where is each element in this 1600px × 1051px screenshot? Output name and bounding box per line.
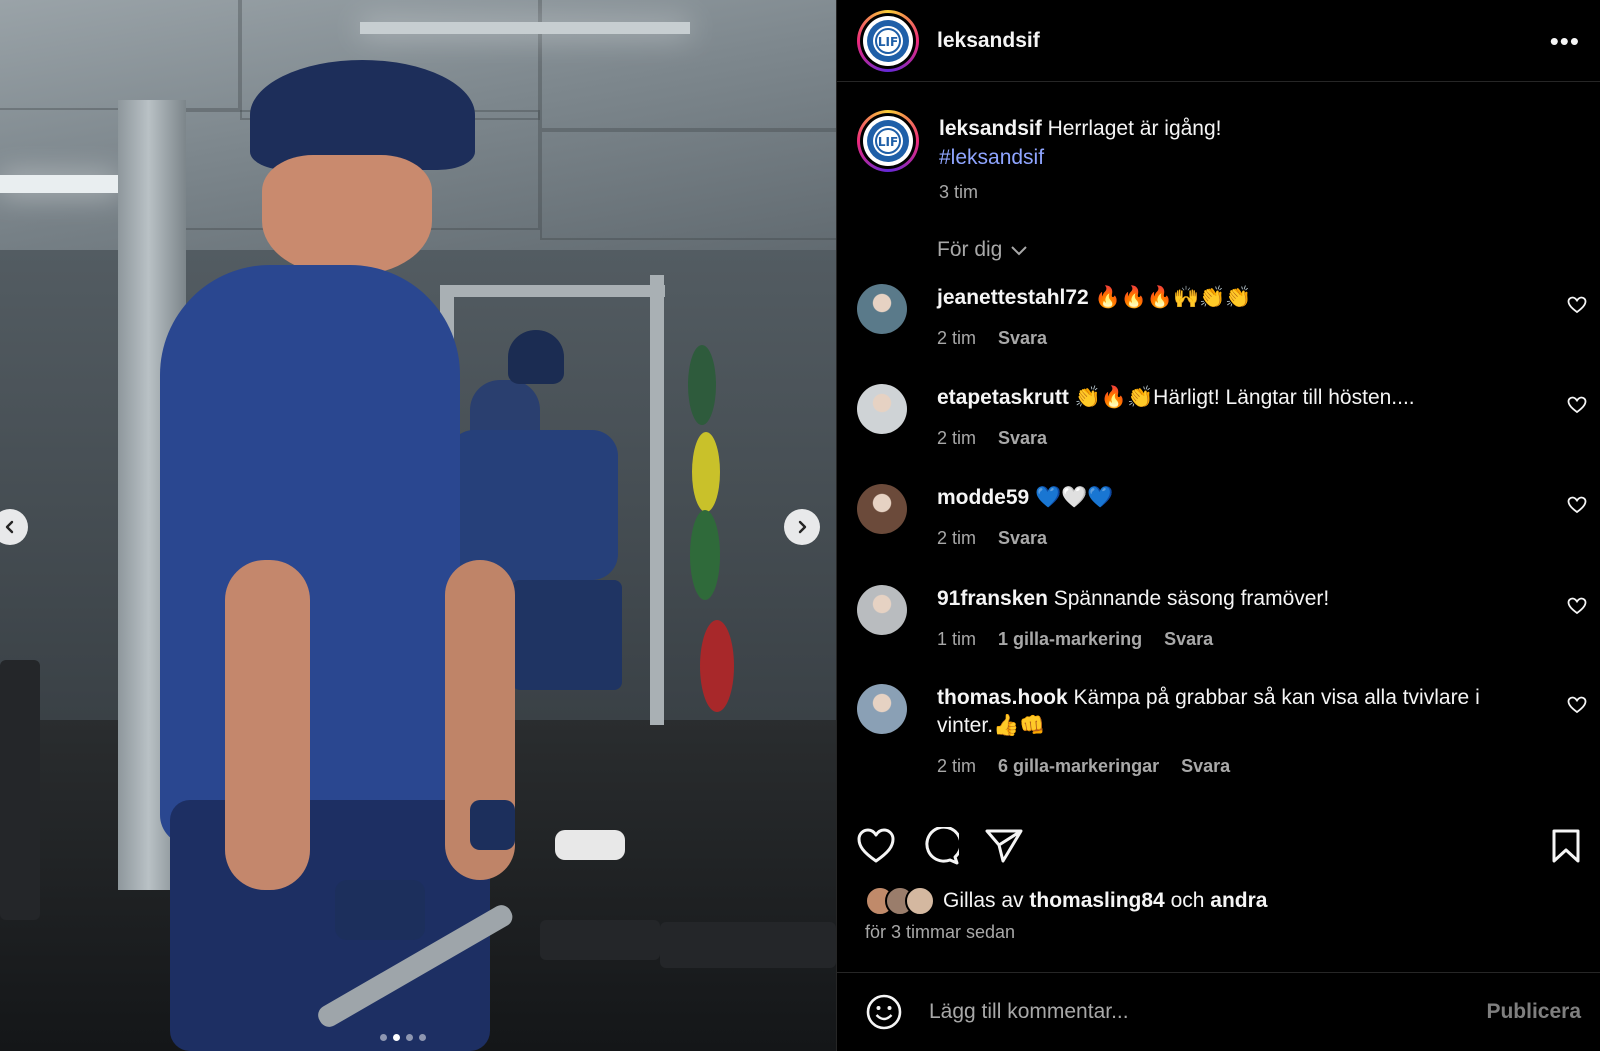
commenter-username[interactable]: 91fransken <box>937 587 1048 610</box>
club-logo-text: LIF <box>878 135 898 149</box>
likes-prefix: Gillas av <box>943 889 1024 912</box>
comment-item: thomas.hook Kämpa på grabbar så kan visa… <box>857 684 1587 780</box>
author-username[interactable]: leksandsif <box>937 29 1040 53</box>
commenter-avatar[interactable] <box>857 684 907 734</box>
likes-summary[interactable]: Gillas av thomasling84 och andra <box>865 886 1267 916</box>
reply-button[interactable]: Svara <box>1181 752 1230 780</box>
bookmark-icon[interactable] <box>1551 828 1581 864</box>
comment-like-heart-icon[interactable] <box>1567 496 1587 514</box>
comment-time: 1 tim <box>937 629 977 649</box>
comment-input[interactable]: Lägg till kommentar... <box>929 1000 1129 1024</box>
reply-button[interactable]: Svara <box>1164 625 1213 653</box>
author-avatar[interactable]: LIF <box>857 9 919 72</box>
emoji-icon[interactable] <box>865 993 903 1031</box>
caption-hashtag[interactable]: #leksandsif <box>939 146 1044 169</box>
comment-likes-count[interactable]: 6 gilla-markeringar <box>998 752 1159 780</box>
publish-button[interactable]: Publicera <box>1486 1000 1581 1024</box>
carousel-next-button[interactable] <box>784 509 820 545</box>
liker-avatar <box>905 886 935 916</box>
commenter-avatar[interactable] <box>857 585 907 635</box>
chevron-left-icon <box>5 520 14 534</box>
comment-like-heart-icon[interactable] <box>1567 696 1587 714</box>
comment-like-heart-icon[interactable] <box>1567 396 1587 414</box>
likes-user[interactable]: thomasling84 <box>1029 889 1164 912</box>
chevron-right-icon <box>798 520 807 534</box>
comment-text: 🔥🔥🔥🙌👏👏 <box>1094 286 1252 309</box>
club-logo-icon: LIF <box>867 120 909 162</box>
caption-text: Herrlaget är igång! <box>1047 117 1222 140</box>
like-heart-icon[interactable] <box>857 828 895 864</box>
comment-like-heart-icon[interactable] <box>1567 597 1587 615</box>
carousel-dot-active <box>393 1034 400 1041</box>
reply-button[interactable]: Svara <box>998 524 1047 552</box>
comment-likes-count[interactable]: 1 gilla-markering <box>998 625 1142 653</box>
likes-others[interactable]: andra <box>1210 889 1267 912</box>
comment-item: jeanettestahl72 🔥🔥🔥🙌👏👏 2 tim Svara <box>857 284 1587 352</box>
carousel-dot <box>380 1034 387 1041</box>
comment-text: 👏🔥👏Härligt! Längtar till hösten.... <box>1074 386 1415 409</box>
comment-sort-label: För dig <box>937 238 1003 261</box>
likes-and: och <box>1170 889 1205 912</box>
commenter-username[interactable]: jeanettestahl72 <box>937 286 1089 309</box>
share-send-icon[interactable] <box>985 828 1023 864</box>
caption-author-avatar[interactable]: LIF <box>857 110 919 172</box>
chevron-down-icon <box>1011 246 1028 256</box>
carousel-dot <box>419 1034 426 1041</box>
comment-item: 91fransken Spännande säsong framöver! 1 t… <box>857 585 1587 653</box>
reply-button[interactable]: Svara <box>998 424 1047 452</box>
comment-item: modde59 💙🤍💙 2 tim Svara <box>857 484 1587 552</box>
post-sidebar: LIF leksandsif ••• LIF leksandsif Herrla… <box>836 0 1600 1051</box>
comment-time: 2 tim <box>937 756 977 776</box>
commenter-username[interactable]: etapetaskrutt <box>937 386 1069 409</box>
commenter-avatar[interactable] <box>857 284 907 334</box>
caption-username[interactable]: leksandsif <box>939 117 1042 140</box>
post-media[interactable] <box>0 0 836 1051</box>
post-header: LIF leksandsif ••• <box>837 0 1600 82</box>
comment-time: 2 tim <box>937 428 977 448</box>
commenter-username[interactable]: thomas.hook <box>937 686 1068 709</box>
club-logo-text: LIF <box>878 35 898 49</box>
club-logo-icon: LIF <box>867 19 909 62</box>
carousel-dot <box>406 1034 413 1041</box>
reply-button[interactable]: Svara <box>998 324 1047 352</box>
caption-time: 3 tim <box>939 182 979 202</box>
post-actions <box>857 826 1581 866</box>
comment-bubble-icon[interactable] <box>921 827 959 865</box>
carousel-indicator <box>380 1034 426 1041</box>
comment-time: 2 tim <box>937 528 977 548</box>
post-caption: LIF leksandsif Herrlaget är igång! #leks… <box>857 110 1222 207</box>
comment-composer: Lägg till kommentar... Publicera <box>837 972 1600 1051</box>
more-options-icon[interactable]: ••• <box>1550 28 1580 54</box>
post-timestamp: för 3 timmar sedan <box>865 922 1016 942</box>
comment-time: 2 tim <box>937 328 977 348</box>
comment-text: Spännande säsong framöver! <box>1053 587 1330 610</box>
commenter-avatar[interactable] <box>857 484 907 534</box>
comment-sort-dropdown[interactable]: För dig <box>937 238 1028 262</box>
commenter-avatar[interactable] <box>857 384 907 434</box>
comment-text: 💙🤍💙 <box>1035 486 1114 509</box>
comment-item: etapetaskrutt 👏🔥👏Härligt! Längtar till h… <box>857 384 1587 452</box>
comment-like-heart-icon[interactable] <box>1567 296 1587 314</box>
commenter-username[interactable]: modde59 <box>937 486 1029 509</box>
